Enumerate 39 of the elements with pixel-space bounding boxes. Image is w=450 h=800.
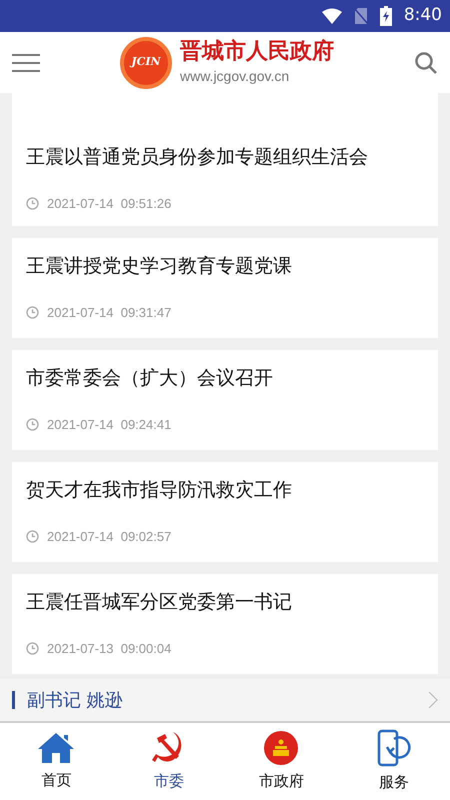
site-title: 晋城市人民政府 <box>180 38 334 66</box>
clock-icon <box>26 306 39 319</box>
logo-text: JCIN <box>131 54 161 70</box>
section-title: 副书记 姚逊 <box>27 688 124 712</box>
article-date: 2021-07-14 09:02:57 <box>47 528 172 546</box>
article-card[interactable]: 贺天才在我市指导防汛救灾工作 2021-07-14 09:02:57 <box>12 462 438 562</box>
clock-icon <box>26 530 39 543</box>
no-sim-icon <box>354 7 368 25</box>
clock-icon <box>26 196 39 210</box>
article-card[interactable]: 王震以普通党员身份参加专题组织生活会 2021-07-14 09:51:26 <box>12 93 438 226</box>
nav-tab[interactable]: 市政府 <box>225 723 338 800</box>
clock-icon <box>26 418 39 431</box>
wifi-icon <box>322 8 342 24</box>
nav-tab[interactable]: 市委 <box>112 723 225 800</box>
article-date: 2021-07-14 09:51:26 <box>47 194 172 212</box>
battery-icon <box>380 6 392 26</box>
article-card[interactable]: 王震讲授党史学习教育专题党课 2021-07-14 09:31:47 <box>12 238 438 338</box>
chevron-right-icon <box>428 691 438 709</box>
phone-clock-icon <box>376 729 412 768</box>
article-date: 2021-07-14 09:31:47 <box>47 304 172 322</box>
article-card[interactable]: 王震任晋城军分区党委第一书记 2021-07-13 09:00:04 <box>12 574 438 674</box>
section-bar[interactable]: 副书记 姚逊 <box>0 679 450 723</box>
site-url: www.jcgov.gov.cn <box>180 66 290 86</box>
article-title: 王震讲授党史学习教育专题党课 <box>26 254 293 279</box>
article-title: 贺天才在我市指导防汛救灾工作 <box>26 478 293 503</box>
article-date: 2021-07-14 09:24:41 <box>47 416 172 434</box>
search-button[interactable] <box>414 50 438 74</box>
article-title: 市委常委会（扩大）会议召开 <box>26 366 274 391</box>
status-time: 8:40 <box>404 4 442 28</box>
article-title: 王震以普通党员身份参加专题组织生活会 <box>26 145 369 170</box>
emblem-icon <box>263 730 300 766</box>
article-date: 2021-07-13 09:00:04 <box>47 640 172 658</box>
clock-icon <box>26 642 39 655</box>
house-icon <box>36 731 76 766</box>
nav-tab[interactable]: 首页 <box>0 723 112 800</box>
article-card[interactable]: 市委常委会（扩大）会议召开 2021-07-14 09:24:41 <box>12 350 438 450</box>
nav-tab[interactable]: 服务 <box>338 723 450 800</box>
article-title: 王震任晋城军分区党委第一书记 <box>26 590 293 615</box>
menu-button[interactable] <box>12 54 40 72</box>
